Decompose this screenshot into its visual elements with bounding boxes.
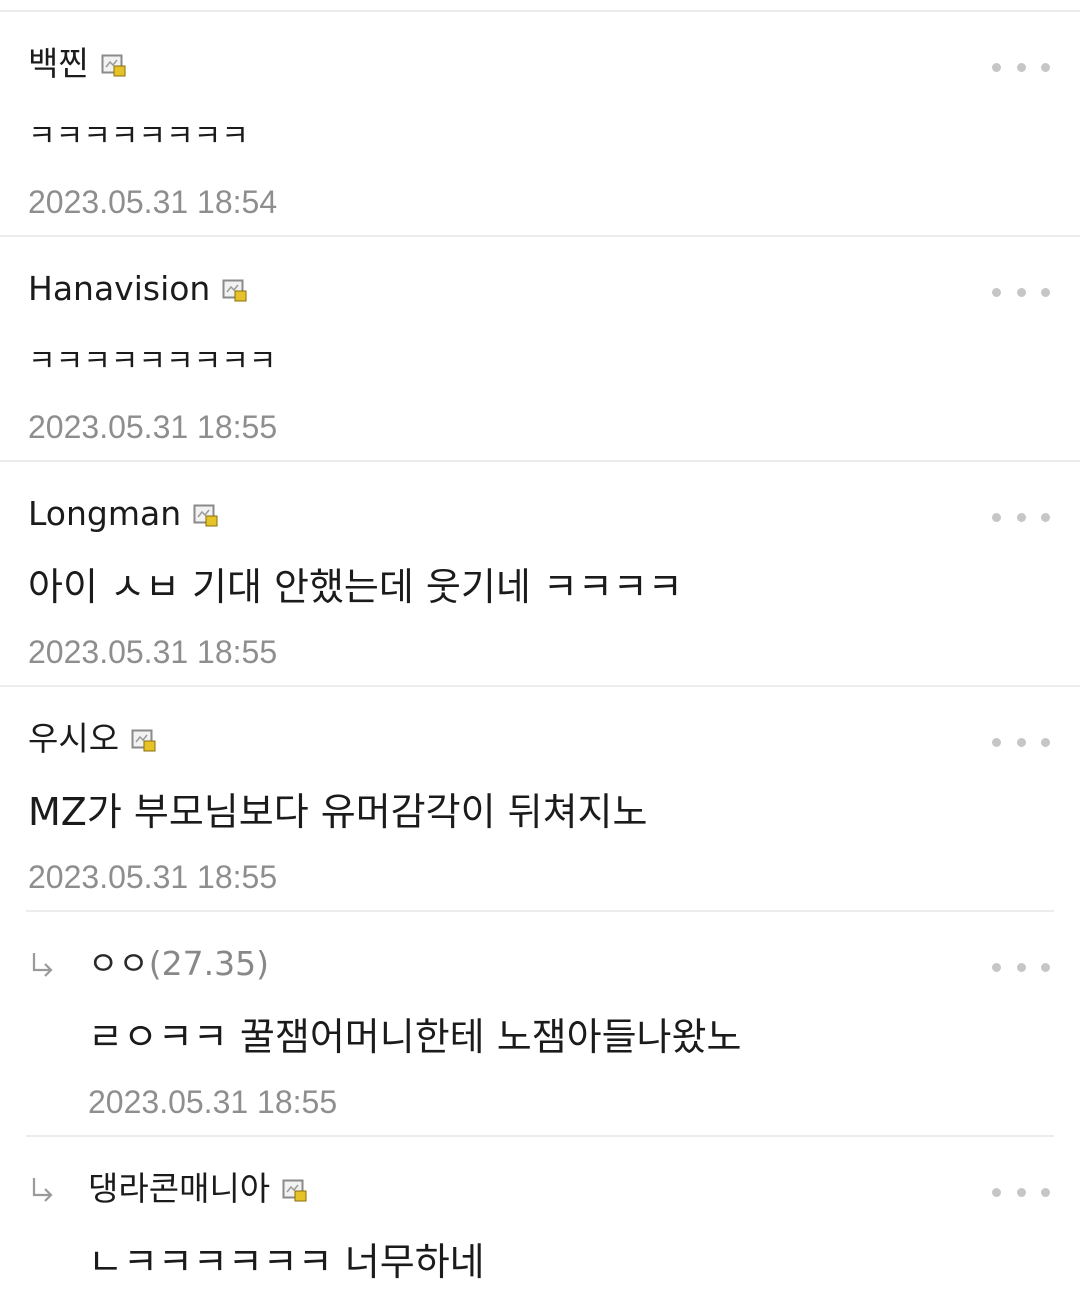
reply-arrow-icon xyxy=(32,1178,53,1202)
more-options-icon xyxy=(992,1187,1001,1197)
comment-text: MZ가 부모님보다 유머감각이 뒤쳐지노 xyxy=(28,790,648,834)
more-options-icon xyxy=(992,737,1001,747)
reply-author-ip: (27.35) xyxy=(148,944,269,983)
comment-item: 백찐 ㅋㅋㅋㅋㅋㅋㅋㅋ 2023.05.31 18:54 xyxy=(0,12,1080,237)
comment-author[interactable]: 백찐 xyxy=(28,40,89,88)
more-options-button[interactable] xyxy=(992,1177,1050,1207)
comment-author[interactable]: 우시오 xyxy=(28,715,119,763)
comment-author-row: Longman xyxy=(28,490,219,538)
comment-item: Hanavision ㅋㅋㅋㅋㅋㅋㅋㅋㅋ 2023.05.31 18:55 xyxy=(0,237,1080,462)
reply-text: ㄴㅋㅋㅋㅋㅋㅋ 너무하네 xyxy=(88,1240,485,1284)
comment-item: 우시오 MZ가 부모님보다 유머감각이 뒤쳐지노 2023.05.31 18:5… xyxy=(0,687,1080,912)
more-options-button[interactable] xyxy=(992,277,1050,307)
reply-author[interactable]: 댕라콘매니아 xyxy=(88,1165,270,1213)
reply-author[interactable]: ㅇㅇ xyxy=(88,940,149,988)
more-options-icon xyxy=(992,512,1001,522)
reply-timestamp: 2023.05.31 18:55 xyxy=(88,1084,338,1120)
member-badge-icon xyxy=(101,54,126,77)
reply-arrow-icon xyxy=(32,953,53,977)
more-options-icon xyxy=(992,962,1001,972)
more-options-button[interactable] xyxy=(992,502,1050,532)
comment-timestamp: 2023.05.31 18:54 xyxy=(28,184,278,220)
more-options-icon xyxy=(992,62,1001,72)
member-badge-icon xyxy=(193,504,218,527)
comment-author[interactable]: Hanavision xyxy=(28,265,210,313)
more-options-button[interactable] xyxy=(992,727,1050,757)
reply-author-row: 댕라콘매니아 xyxy=(88,1165,308,1213)
comment-text: 아이 ㅅㅂ 기대 안했는데 웃기네 ㅋㅋㅋㅋ xyxy=(28,565,683,609)
reply-item: 댕라콘매니아 ㄴㅋㅋㅋㅋㅋㅋ 너무하네 xyxy=(0,1137,1080,1303)
member-badge-icon xyxy=(282,1179,307,1202)
comment-timestamp: 2023.05.31 18:55 xyxy=(28,409,278,445)
comment-author-row: 우시오 xyxy=(28,715,157,763)
comment-timestamp: 2023.05.31 18:55 xyxy=(28,634,278,670)
comment-author-row: 백찐 xyxy=(28,40,127,88)
reply-text: ㄹㅇㅋㅋ 꿀잼어머니한테 노잼아들나왔노 xyxy=(88,1015,742,1059)
comment-author[interactable]: Longman xyxy=(28,490,181,538)
comment-item: Longman 아이 ㅅㅂ 기대 안했는데 웃기네 ㅋㅋㅋㅋ 2023.05.3… xyxy=(0,462,1080,687)
more-options-button[interactable] xyxy=(992,52,1050,82)
more-options-icon xyxy=(992,287,1001,297)
reply-author-row: ㅇㅇ (27.35) xyxy=(88,940,269,988)
more-options-button[interactable] xyxy=(992,952,1050,982)
comment-timestamp: 2023.05.31 18:55 xyxy=(28,859,278,895)
member-badge-icon xyxy=(131,729,156,752)
member-badge-icon xyxy=(222,279,247,302)
comment-author-row: Hanavision xyxy=(28,265,248,313)
comment-text: ㅋㅋㅋㅋㅋㅋㅋㅋㅋ xyxy=(28,344,277,379)
comment-text: ㅋㅋㅋㅋㅋㅋㅋㅋ xyxy=(28,119,249,154)
reply-item: ㅇㅇ (27.35) ㄹㅇㅋㅋ 꿀잼어머니한테 노잼아들나왔노 2023.05.… xyxy=(0,912,1080,1137)
